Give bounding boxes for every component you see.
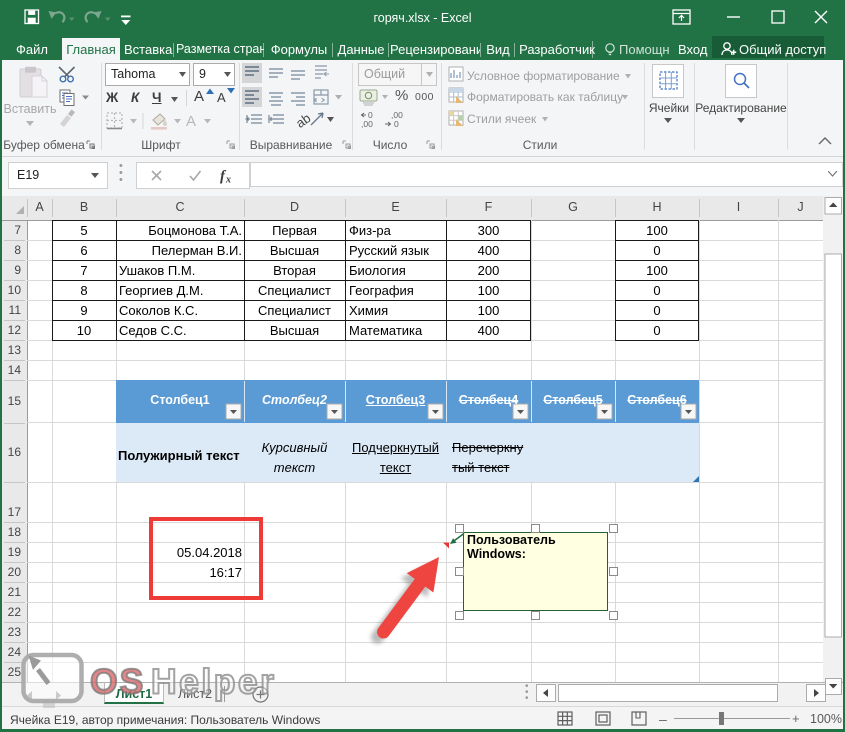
svg-text:Helper: Helper [151, 662, 277, 702]
svg-text:OS: OS [90, 662, 145, 702]
svg-text:А: А [186, 113, 196, 130]
svg-text:x: x [225, 175, 231, 185]
svg-text:0: 0 [394, 119, 399, 129]
svg-text:,00: ,00 [361, 119, 373, 129]
